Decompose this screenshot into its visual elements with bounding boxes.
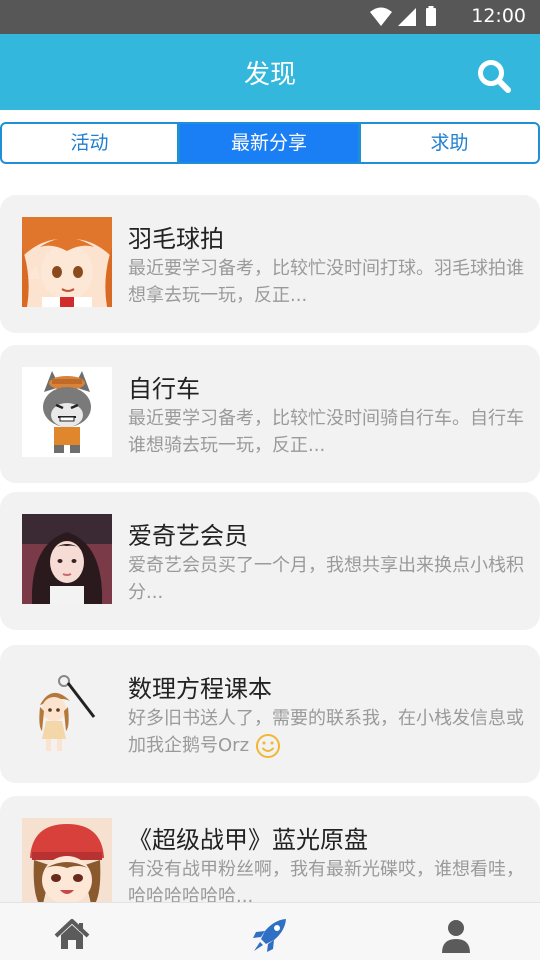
page-title: 发现 bbox=[243, 60, 296, 90]
signal-icon bbox=[398, 8, 416, 26]
list-item[interactable]: 爱奇艺会员 爱奇艺会员买了一个月，我想共享出来换点小栈积分... bbox=[0, 492, 540, 630]
battery-icon bbox=[426, 8, 436, 26]
list-item[interactable]: 数理方程课本 好多旧书送人了，需要的联系我，在小栈发信息或加我企鹅号Orz bbox=[0, 645, 540, 783]
item-description-text: 好多旧书送人了，需要的联系我，在小栈发信息或加我企鹅号Orz bbox=[128, 708, 524, 756]
status-icons bbox=[370, 6, 436, 26]
tab-activity[interactable]: 活动 bbox=[0, 122, 179, 164]
status-bar: 12:00 bbox=[0, 0, 540, 34]
avatar bbox=[22, 367, 112, 457]
item-title: 羽毛球拍 bbox=[128, 225, 224, 253]
smiley-icon bbox=[256, 734, 281, 758]
tab-latest-share[interactable]: 最新分享 bbox=[178, 122, 360, 164]
item-description: 爱奇艺会员买了一个月，我想共享出来换点小栈积分... bbox=[128, 555, 524, 603]
nav-discover[interactable] bbox=[250, 915, 290, 955]
user-icon bbox=[442, 920, 470, 953]
item-description: 最近要学习备考，比较忙没时间骑自行车。自行车谁想骑去玩一玩，反正... bbox=[128, 408, 524, 456]
avatar bbox=[22, 217, 112, 307]
item-description: 最近要学习备考，比较忙没时间打球。羽毛球拍谁想拿去玩一玩，反正... bbox=[128, 258, 524, 306]
list-item[interactable]: 羽毛球拍 最近要学习备考，比较忙没时间打球。羽毛球拍谁想拿去玩一玩，反正... bbox=[0, 195, 540, 333]
item-title: 《超级战甲》蓝光原盘 bbox=[128, 826, 368, 854]
item-description: 好多旧书送人了，需要的联系我，在小栈发信息或加我企鹅号Orz bbox=[128, 705, 524, 759]
search-button[interactable] bbox=[476, 58, 512, 94]
app-header: 发现 bbox=[0, 34, 540, 110]
avatar bbox=[22, 667, 112, 757]
tab-help[interactable]: 求助 bbox=[359, 122, 540, 164]
avatar bbox=[22, 818, 112, 902]
segmented-tabs: 活动 最新分享 求助 bbox=[0, 122, 540, 164]
search-icon bbox=[478, 60, 511, 93]
list-item[interactable]: 自行车 最近要学习备考，比较忙没时间骑自行车。自行车谁想骑去玩一玩，反正... bbox=[0, 345, 540, 483]
share-feed: 羽毛球拍 最近要学习备考，比较忙没时间打球。羽毛球拍谁想拿去玩一玩，反正... … bbox=[0, 195, 540, 902]
nav-profile[interactable] bbox=[436, 915, 476, 955]
rocket-icon bbox=[253, 919, 286, 952]
item-description: 有没有战甲粉丝啊，我有最新光碟哎，谁想看哇，哈哈哈哈哈哈... bbox=[128, 859, 524, 902]
avatar bbox=[22, 514, 112, 604]
status-time: 12:00 bbox=[471, 5, 526, 27]
item-title: 自行车 bbox=[128, 375, 200, 403]
nav-home[interactable] bbox=[52, 915, 92, 955]
item-title: 数理方程课本 bbox=[128, 675, 272, 703]
item-title: 爱奇艺会员 bbox=[128, 522, 248, 550]
bottom-nav bbox=[0, 902, 540, 960]
wifi-icon bbox=[370, 7, 392, 26]
list-item[interactable]: 《超级战甲》蓝光原盘 有没有战甲粉丝啊，我有最新光碟哎，谁想看哇，哈哈哈哈哈哈.… bbox=[0, 796, 540, 902]
home-icon bbox=[54, 919, 90, 949]
